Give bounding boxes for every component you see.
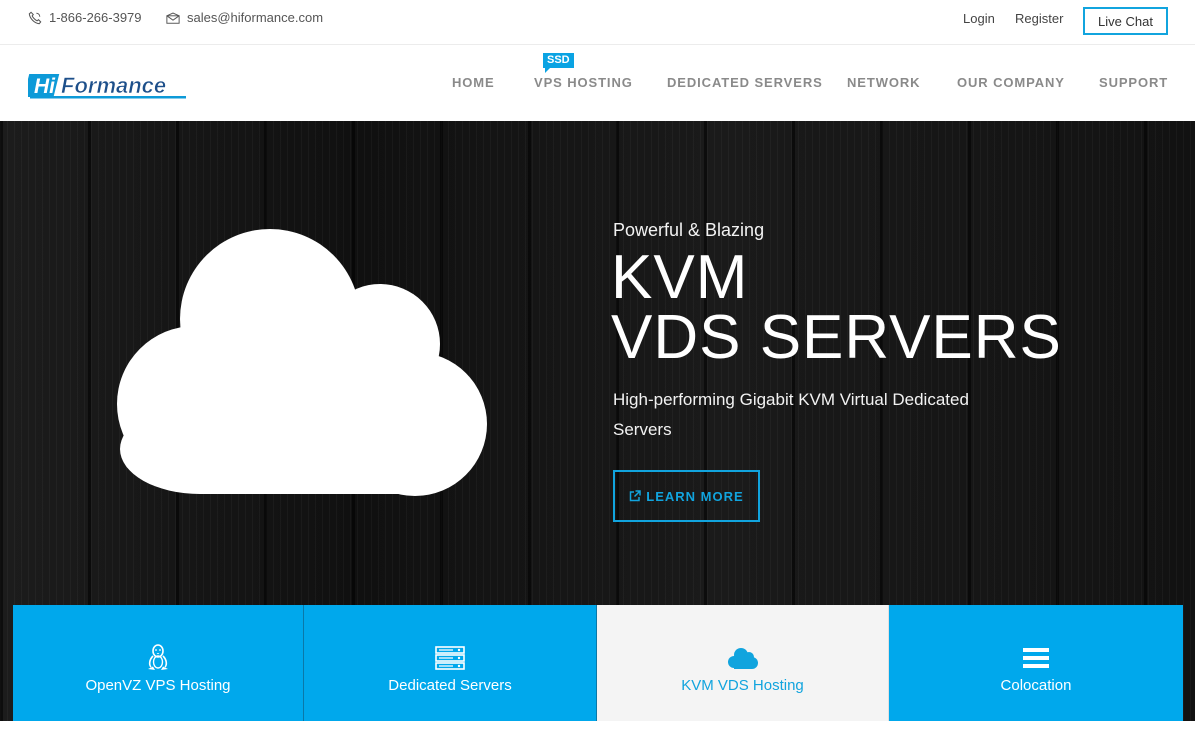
hero-title-line-1: KVM (611, 243, 749, 312)
hero-description: High-performing Gigabit KVM Virtual Dedi… (613, 390, 969, 439)
server-rack-icon (435, 646, 465, 670)
tile-kvm-vds-hosting[interactable]: KVM VDS Hosting (597, 605, 889, 721)
tile-label: OpenVZ VPS Hosting (85, 677, 231, 694)
hero-title-line-2: VDS SERVERS (611, 303, 1062, 372)
external-link-icon (630, 490, 642, 502)
hero-title: KVM VDS SERVERS (611, 243, 1062, 372)
phone-contact[interactable]: 1-866-266-3979 (28, 10, 142, 25)
linux-tux-icon (148, 644, 168, 670)
logo-hi-text: Hi (34, 75, 56, 98)
tile-colocation[interactable]: Colocation (889, 605, 1183, 721)
email-address: sales@hiformance.com (187, 10, 324, 25)
bars-icon (1023, 648, 1049, 668)
service-tiles: OpenVZ VPS Hosting Dedicated Servers KVM… (13, 605, 1183, 721)
learn-more-button[interactable]: LEARN MORE (613, 470, 760, 522)
tile-label: KVM VDS Hosting (681, 677, 804, 694)
main-navbar: Hi Formance HOME SSD VPS HOSTING DEDICAT… (0, 45, 1195, 121)
nav-dedicated-servers[interactable]: DEDICATED SERVERS (667, 75, 823, 90)
nav-our-company[interactable]: OUR COMPANY (957, 75, 1065, 90)
hiformance-logo[interactable]: Hi Formance (28, 71, 188, 99)
tile-label: Colocation (1000, 677, 1072, 694)
learn-more-label: LEARN MORE (646, 488, 744, 504)
register-link[interactable]: Register (1015, 11, 1063, 26)
login-link[interactable]: Login (963, 11, 995, 26)
live-chat-button[interactable]: Live Chat (1083, 7, 1168, 35)
ssd-badge: SSD (543, 53, 574, 73)
phone-number: 1-866-266-3979 (49, 10, 142, 25)
email-contact[interactable]: sales@hiformance.com (166, 10, 323, 25)
cloud-icon (117, 229, 487, 496)
nav-network[interactable]: NETWORK (847, 75, 920, 90)
logo-formance-text: Formance (61, 73, 166, 98)
tile-label: Dedicated Servers (388, 677, 512, 694)
tile-dedicated-servers[interactable]: Dedicated Servers (304, 605, 597, 721)
cloud-icon (727, 648, 758, 669)
nav-home[interactable]: HOME (452, 75, 495, 90)
hero-kicker: Powerful & Blazing (613, 220, 765, 240)
envelope-icon (166, 11, 180, 24)
phone-icon (28, 11, 42, 24)
bottom-strip (0, 721, 1195, 733)
tile-openvz-vps-hosting[interactable]: OpenVZ VPS Hosting (13, 605, 304, 721)
nav-support[interactable]: SUPPORT (1099, 75, 1168, 90)
top-bar: 1-866-266-3979 sales@hiformance.com Logi… (0, 0, 1195, 45)
nav-vps-hosting[interactable]: VPS HOSTING (534, 75, 633, 90)
